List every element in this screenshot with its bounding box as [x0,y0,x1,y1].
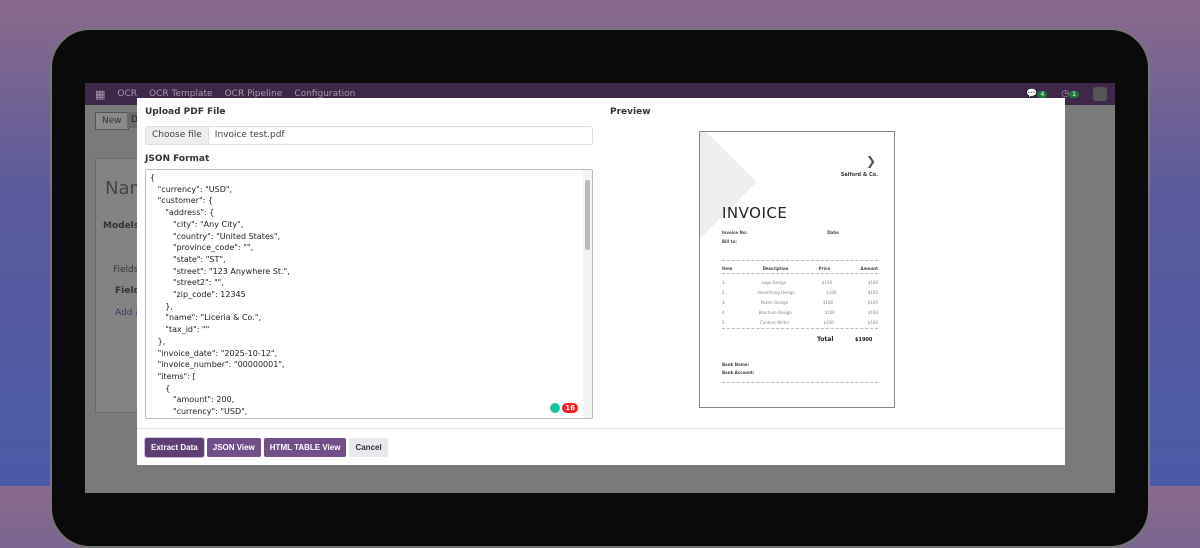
grammarly-icon [550,403,561,413]
background-fields-tab: Fields [113,265,139,275]
invoice-title: INVOICE [722,204,788,222]
invoice-item-row: 3. Poster Design $100 $100 [722,300,878,305]
nav-app-name[interactable]: OCR [117,89,137,99]
invoice-cell: $100 [867,320,878,325]
invoice-item-row: 2. Advertising Design $100 $100 [722,290,878,295]
file-input[interactable]: Choose file Invoice test.pdf [145,126,593,145]
avatar[interactable] [1093,87,1107,101]
invoice-header-row: Item Description Price Amount [722,266,878,271]
scrollbar[interactable] [583,170,592,418]
invoice-cell: 1. [722,280,726,285]
invoice-cell: Brochure Design [758,310,792,315]
choose-file-button[interactable]: Choose file [146,127,209,144]
invoice-cell: $100 [824,310,835,315]
preview-label: Preview [610,107,651,117]
dialog-footer: Extract Data JSON View HTML TABLE View C… [144,437,388,458]
json-format-label: JSON Format [145,154,210,164]
invoice-item-row: 5. Content Writer $100 $100 [722,320,878,325]
total-label: Total [817,336,834,343]
invoice-cell: $100 [867,310,878,315]
total-value: $1900 [855,337,873,343]
company-name: Salford & Co. [840,172,878,178]
invoice-cell: $100 [867,300,878,305]
invoice-cell: $100 [822,300,834,305]
invoice-cell: Logo Design [761,280,787,285]
header-amount: Amount [860,266,878,271]
invoice-cell: Advertising Design [757,290,795,295]
invoice-item-row: 4. Brochure Design $100 $100 [722,310,878,315]
bank-name-label: Bank Name: [722,362,750,367]
upload-label: Upload PDF File [145,107,226,117]
date-label: Date: [827,230,840,235]
bank-account-label: Bank Account: [722,370,755,375]
extract-data-button[interactable]: Extract Data [144,437,205,458]
json-text: { "currency": "USD", "customer": { "addr… [150,173,290,417]
company-logo-icon: ❯ [865,154,876,168]
invoice-item-row: 1. Logo Design $100 $100 [722,280,878,285]
invoice-cell: $100 [823,320,834,325]
apps-grid-icon[interactable]: ▦ [95,88,105,101]
invoice-cell: $100 [867,290,878,295]
background-models: Models [103,221,140,231]
invoice-cell: $100 [867,280,878,285]
dialog-footer-divider [137,428,1065,429]
ocr-dialog: Upload PDF File Choose file Invoice test… [137,98,1065,465]
invoice-preview: ❯ Salford & Co. INVOICE Invoice No: Date:… [699,131,895,408]
bill-to-label: Bill to: [722,239,737,244]
invoice-cell: Poster Design [760,300,789,305]
header-description: Description [762,266,789,271]
json-format-textarea[interactable]: { "currency": "USD", "customer": { "addr… [145,169,593,419]
json-view-button[interactable]: JSON View [206,438,261,457]
invoice-cell: 4. [722,310,726,315]
invoice-cell: Content Writer [759,320,790,325]
invoice-cell: 2. [722,290,726,295]
invoice-cell: $100 [821,280,833,285]
invoice-cell: 3. [722,300,726,305]
invoice-cell: $100 [826,290,837,295]
new-button: New [95,112,129,130]
grammarly-count: 16 [562,403,578,413]
invoice-no-label: Invoice No: [722,230,748,235]
cancel-button[interactable]: Cancel [349,438,388,457]
header-price: Price [818,266,831,271]
html-table-view-button[interactable]: HTML TABLE View [263,438,347,457]
invoice-cell: 5. [722,320,726,325]
decorative-shape [700,132,757,239]
header-item: Item [722,266,733,271]
file-name: Invoice test.pdf [214,130,285,140]
grammarly-widget[interactable]: 16 [550,403,578,413]
